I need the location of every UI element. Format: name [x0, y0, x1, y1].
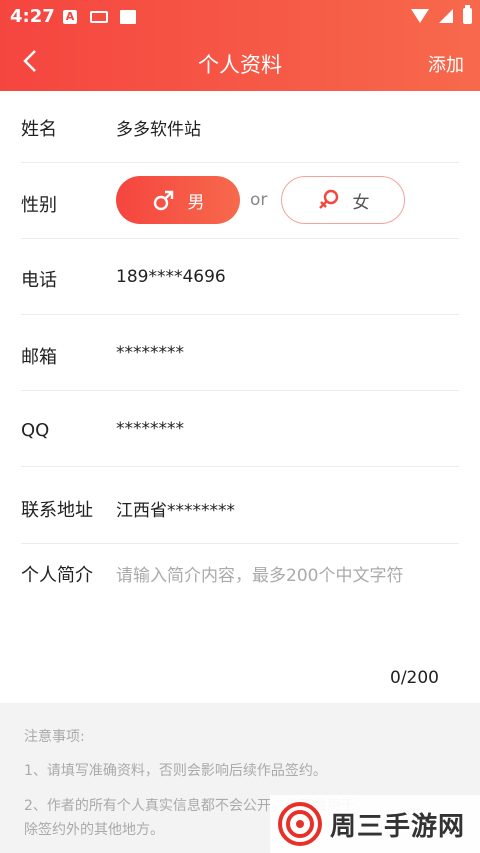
or-label: or	[250, 190, 268, 210]
name-label: 姓名	[21, 119, 57, 140]
email-row: 邮箱 ********	[0, 315, 480, 391]
intro-textarea[interactable]: 请输入简介内容，最多200个中文字符	[116, 561, 403, 586]
gender-label: 性别	[21, 195, 57, 216]
male-symbol-icon	[153, 190, 173, 211]
watermark: 周三手游网	[270, 795, 480, 853]
qq-row: QQ ********	[0, 391, 480, 467]
add-button[interactable]: 添加	[428, 51, 464, 77]
watermark-logo-icon	[278, 802, 322, 846]
header-bar: 4:27 A 个人资料 添加	[0, 0, 480, 91]
status-time: 4:27	[10, 6, 55, 27]
battery-icon	[463, 5, 472, 24]
signal-icon	[439, 9, 453, 23]
address-row: 联系地址 江西省********	[0, 468, 480, 544]
page-title: 个人资料	[198, 53, 282, 77]
qq-field[interactable]: ********	[116, 419, 184, 439]
notes-item: 1、请填写准确资料，否则会影响后续作品签约。	[24, 763, 327, 779]
female-button[interactable]: 女	[281, 176, 405, 224]
female-symbol-icon	[318, 189, 338, 209]
address-field[interactable]: 江西省********	[116, 496, 235, 521]
email-field[interactable]: ********	[116, 343, 184, 363]
book-icon	[120, 10, 136, 24]
divider	[21, 543, 459, 544]
qq-label: QQ	[21, 420, 50, 441]
male-button[interactable]: 男	[116, 176, 240, 224]
font-app-icon: A	[63, 10, 77, 24]
intro-label: 个人简介	[21, 565, 93, 586]
address-label: 联系地址	[21, 500, 93, 521]
char-counter: 0/200	[390, 668, 439, 688]
chevron-left-icon	[23, 50, 36, 72]
phone-row: 电话 189****4696	[0, 239, 480, 315]
wifi-icon	[411, 9, 429, 23]
phone-label: 电话	[21, 270, 57, 291]
male-label: 男	[187, 192, 205, 213]
status-bar: 4:27 A	[0, 0, 480, 34]
notes-title: 注意事项:	[24, 729, 85, 745]
divider	[21, 466, 459, 467]
gender-row: 性别	[0, 163, 480, 239]
watermark-text: 周三手游网	[330, 811, 466, 842]
name-field[interactable]: 多多软件站	[116, 115, 201, 140]
email-label: 邮箱	[21, 347, 57, 368]
phone-field[interactable]: 189****4696	[116, 267, 226, 287]
name-row: 姓名 多多软件站	[0, 87, 480, 163]
female-label: 女	[352, 192, 370, 213]
back-button[interactable]	[18, 46, 42, 76]
keyboard-icon	[90, 11, 108, 23]
